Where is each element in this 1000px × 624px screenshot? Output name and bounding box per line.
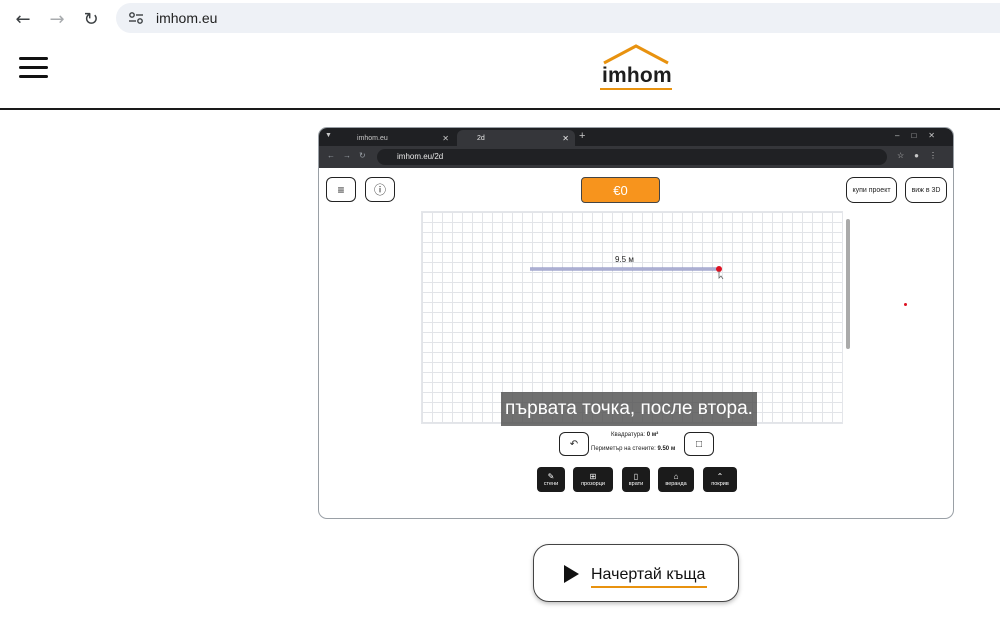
- site-logo[interactable]: imhom: [598, 44, 674, 94]
- draw-house-label: Начертай къща: [591, 566, 706, 583]
- wall-drawing: [530, 266, 724, 280]
- cta-underline: [591, 586, 707, 588]
- logo-text: imhom: [602, 64, 672, 87]
- site-header: imhom: [0, 38, 1000, 110]
- forward-arrow-icon[interactable]: →: [40, 4, 74, 34]
- veranda-icon: ⌂: [673, 472, 679, 481]
- tool-doors: ▯ врати: [622, 467, 650, 492]
- marker-dot: [904, 303, 907, 306]
- perimeter-stat: Периметър на стените: 9.50 м: [591, 446, 676, 452]
- square-shape-icon: □: [684, 432, 714, 456]
- browser-toolbar: ← → ↻ imhom.eu: [0, 0, 1000, 38]
- window-icon: ⊞: [589, 472, 597, 481]
- tool-walls: ✎ стени: [537, 467, 565, 492]
- video-subtitle: първата точка, после втора.: [501, 392, 757, 426]
- tune-icon[interactable]: [120, 6, 152, 30]
- reload-icon[interactable]: ↻: [74, 4, 108, 34]
- tutorial-video[interactable]: ▼ imhom.eu ✕ 2d ✕ + –□✕ ←→↻ imhom.eu/2d …: [318, 127, 954, 519]
- logo-underline: [600, 88, 672, 90]
- url-text: imhom.eu: [156, 10, 218, 26]
- address-bar[interactable]: imhom.eu: [116, 3, 1000, 33]
- tool-roof: ⌃ покрив: [703, 467, 737, 492]
- wall-tool-icon: ✎: [547, 472, 555, 481]
- play-icon: [564, 565, 579, 583]
- undo-icon: ↶: [559, 432, 589, 456]
- wall-length-label: 9.5 м: [615, 255, 634, 264]
- cursor-icon: [718, 271, 724, 280]
- area-stat: Квадратура: 0 м²: [611, 432, 659, 438]
- roof-icon: ⌃: [716, 472, 724, 481]
- back-arrow-icon[interactable]: ←: [6, 4, 40, 34]
- door-icon: ▯: [633, 472, 639, 481]
- tool-windows: ⊞ прозорци: [573, 467, 613, 492]
- draw-house-button[interactable]: Начертай къща: [533, 544, 739, 602]
- tool-veranda: ⌂ веранда: [658, 467, 694, 492]
- hamburger-menu-icon[interactable]: [19, 57, 49, 79]
